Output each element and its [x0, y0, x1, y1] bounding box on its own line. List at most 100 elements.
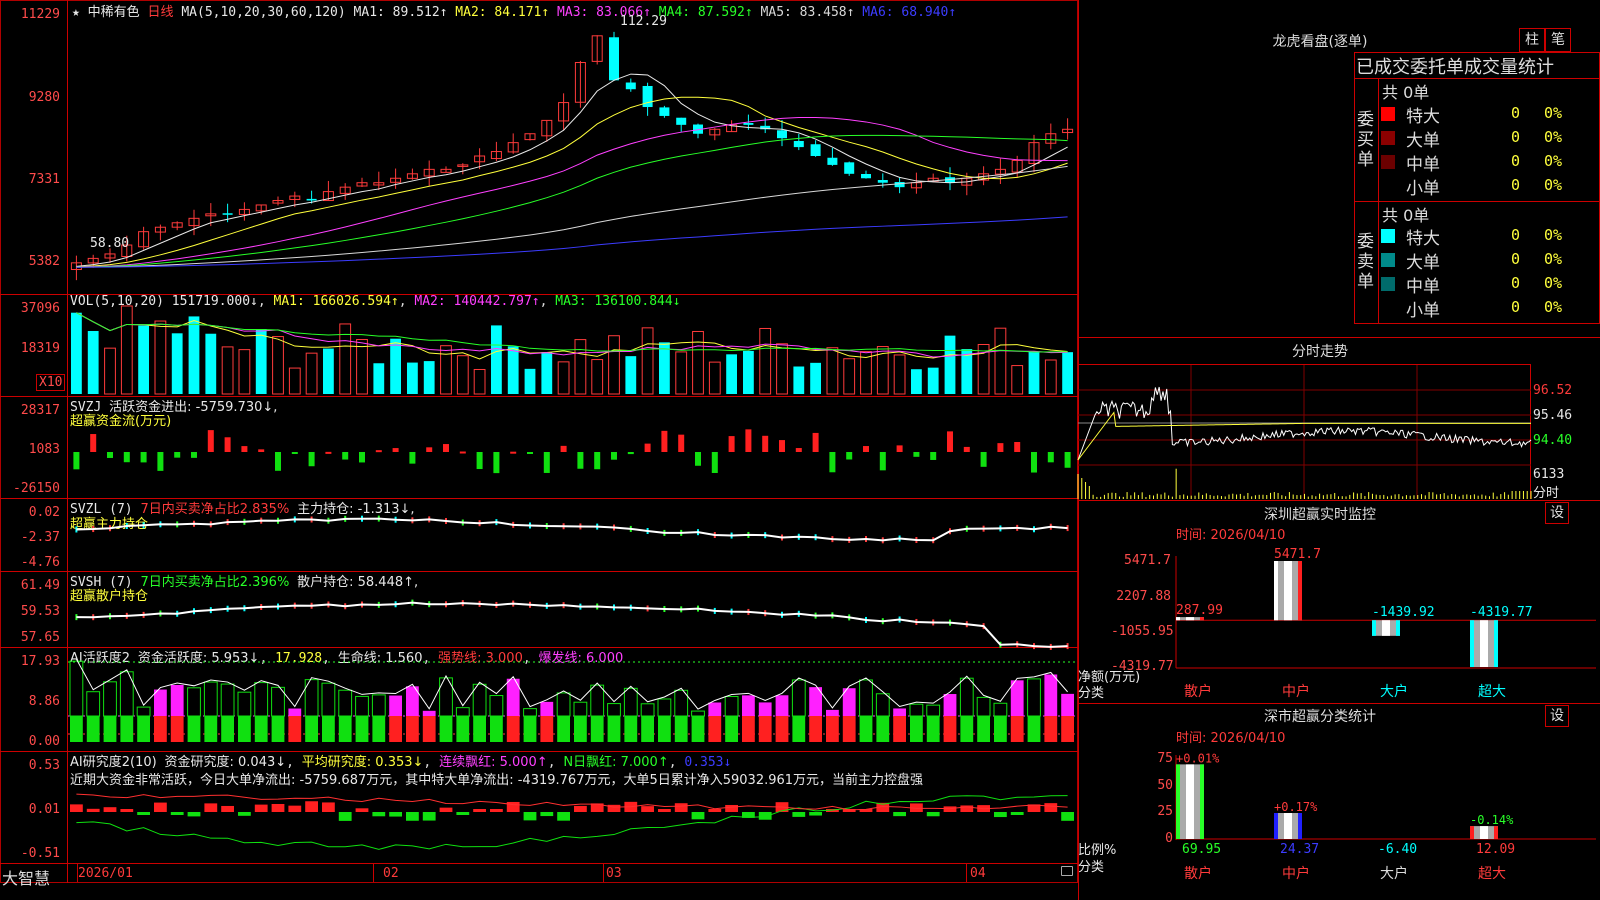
ai-act-axis-label: 8.86 — [28, 694, 60, 709]
volume-bar-down — [524, 368, 536, 394]
bar-edge — [1372, 620, 1376, 636]
bar-value-label: 69.95 — [1182, 842, 1221, 857]
activity-bar — [910, 716, 923, 742]
research-bar — [658, 809, 671, 812]
intraday-chart[interactable] — [1077, 365, 1532, 499]
sz-class-bar-chart[interactable]: +0.01% 69.95 散户 +0.17% 24.37 中户 -6.40 大户 -0.14% 1… — [1175, 751, 1596, 900]
research-bar — [372, 812, 386, 817]
activity-bar — [809, 716, 822, 742]
flow-bar — [191, 452, 197, 458]
ai-activity-chart[interactable] — [68, 650, 1076, 750]
volume-chart[interactable] — [68, 300, 1076, 395]
volume-bar-up — [473, 368, 486, 395]
activity-bar — [254, 716, 268, 742]
activity-bar-top — [607, 703, 621, 717]
flow-bar — [443, 444, 449, 452]
sz-class-xlabel: 分类 — [1078, 860, 1105, 875]
monitor-bar — [1274, 561, 1302, 621]
sz-monitor-xlabel: 分类 — [1078, 686, 1105, 701]
volume-bar-down — [944, 335, 956, 394]
bar-edge — [1494, 620, 1498, 667]
activity-bar — [103, 716, 117, 742]
volume-bar-up — [994, 327, 1007, 395]
flow-bar — [1047, 452, 1054, 463]
activity-bar — [826, 716, 839, 742]
research-bar — [154, 802, 167, 812]
svsh-axis-label: 61.49 — [20, 578, 60, 593]
volume-bar-down — [188, 316, 200, 394]
research-bar — [994, 812, 1007, 818]
research-bar — [170, 812, 184, 815]
lock-icon[interactable] — [1061, 866, 1073, 876]
tab-order-stats[interactable]: 已成交委托单成交量统计 — [1356, 53, 1554, 79]
volume-bar-up — [843, 358, 856, 395]
activity-bar — [120, 716, 134, 742]
candlestick-chart[interactable] — [68, 18, 1076, 294]
btn-zhu[interactable]: 柱 — [1519, 28, 1545, 52]
capital-flow-chart[interactable] — [68, 400, 1076, 496]
sz-monitor-axis-label: 2207.88 — [1116, 589, 1171, 604]
volume-bar-up — [456, 355, 469, 395]
volume-bar-down — [390, 338, 401, 394]
activity-bar — [70, 716, 83, 742]
main-force-holding-chart[interactable] — [68, 500, 1076, 570]
research-bar — [523, 812, 537, 821]
volume-bar-down — [625, 356, 637, 394]
research-bar — [809, 812, 822, 816]
order-row-pct: 0% — [1544, 104, 1563, 122]
flow-bar — [695, 452, 701, 466]
activity-bar — [708, 716, 722, 742]
volume-bar-down — [911, 369, 922, 394]
order-row-label: 大单 — [1406, 253, 1440, 273]
svzl-axis-label: -4.76 — [20, 555, 60, 570]
order-color-swatch — [1381, 131, 1395, 145]
activity-bar — [1061, 716, 1074, 742]
holding-line — [76, 601, 1068, 648]
high-price-label: 112.29 — [620, 14, 667, 29]
volume-bar-up — [154, 320, 167, 395]
vol-axis-label: 18319 — [20, 341, 60, 356]
bar-value-label: -4319.77 — [1470, 605, 1533, 620]
volume-bar-up — [641, 327, 654, 395]
flow-bar — [174, 452, 181, 458]
research-bar — [557, 812, 570, 821]
sz-monitor-bar-chart[interactable]: 287.99 散户 5471.7 中户 -1439.92 大户 -4319.77 超大 — [1175, 547, 1596, 701]
bar-highlight — [1284, 813, 1292, 839]
activity-bar — [187, 716, 201, 742]
bar-highlight — [1480, 620, 1488, 667]
ai-research-chart[interactable] — [68, 790, 1076, 862]
candle-body-down — [827, 157, 838, 165]
research-bar — [641, 806, 654, 812]
activity-bar — [154, 716, 167, 742]
activity-bar-top — [103, 681, 117, 717]
flow-bar — [577, 452, 584, 469]
flow-bar — [426, 447, 433, 452]
ai-res-axis-label: 0.01 — [28, 802, 60, 817]
sz-class-title: 深市超赢分类统计 — [1264, 709, 1376, 725]
btn-bi[interactable]: 笔 — [1545, 28, 1571, 52]
ai-res-header: AI研究度2(10) 资金研究度: 0.043↓, 平均研究度: 0.353↓,… — [70, 755, 732, 770]
order-row-count: 0 — [1510, 104, 1520, 122]
sz-monitor-settings-button[interactable]: 设 — [1545, 502, 1569, 524]
activity-bar-top — [724, 696, 739, 717]
flow-bar — [711, 452, 718, 473]
research-bar — [187, 812, 201, 817]
order-row-count: 0 — [1510, 250, 1520, 268]
intraday-vol-axis: 分时 — [1533, 486, 1560, 501]
category-label: 超大 — [1478, 866, 1506, 882]
volume-bar-down — [927, 367, 939, 394]
volume-bar-up — [288, 367, 301, 395]
retail-holding-chart[interactable] — [68, 573, 1076, 650]
research-bar — [422, 812, 436, 821]
activity-bar-top — [86, 691, 101, 717]
bar-highlight — [1382, 620, 1390, 636]
bar-value-label: 287.99 — [1176, 603, 1223, 618]
sz-class-settings-button[interactable]: 设 — [1545, 705, 1569, 727]
activity-bar — [859, 716, 873, 742]
order-row-pct: 0% — [1544, 152, 1563, 170]
research-bar — [254, 804, 268, 812]
activity-bar-top — [203, 681, 218, 717]
candle-body-down — [793, 141, 804, 148]
flow-bar — [241, 446, 248, 452]
price-axis-label: 11229 — [20, 7, 60, 22]
